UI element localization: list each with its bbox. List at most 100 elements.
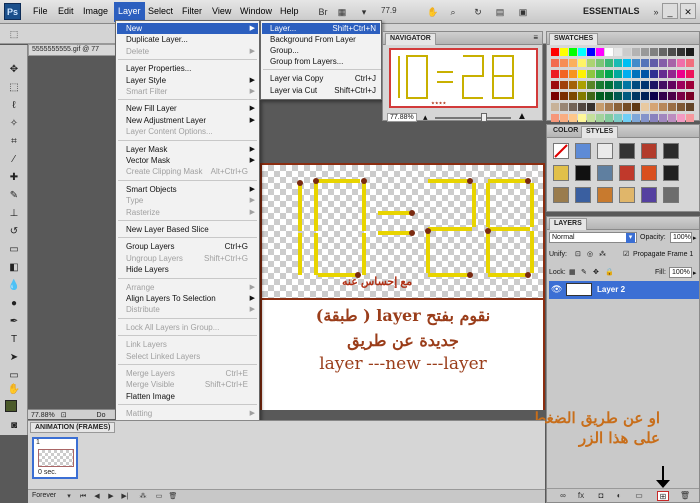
layer-menu-item[interactable]: New ▶: [117, 23, 258, 34]
color-swatch[interactable]: [569, 92, 577, 100]
color-swatch[interactable]: [686, 48, 694, 56]
style-swatch[interactable]: [619, 187, 635, 203]
arrange-documents-icon[interactable]: ▤: [492, 4, 508, 20]
menu-edit[interactable]: Edit: [58, 6, 74, 16]
color-swatch[interactable]: [686, 114, 694, 122]
layer-menu-item[interactable]: Flatten Image: [117, 391, 258, 402]
fill-input[interactable]: 100%: [669, 267, 692, 278]
color-swatch[interactable]: [605, 59, 613, 67]
color-swatch[interactable]: [659, 81, 667, 89]
gradient-tool-icon[interactable]: ◧: [6, 261, 22, 275]
layer-menu-item[interactable]: Layer Properties...: [117, 63, 258, 74]
style-swatch[interactable]: [575, 143, 591, 159]
lasso-tool-icon[interactable]: ℓ: [6, 99, 22, 113]
layer-menu-item[interactable]: New Fill Layer ▶: [117, 103, 258, 114]
color-swatch[interactable]: [659, 103, 667, 111]
color-swatch[interactable]: [623, 103, 631, 111]
color-swatch[interactable]: [551, 114, 559, 122]
hand-tool-icon[interactable]: ✋: [425, 4, 441, 20]
color-swatch[interactable]: [650, 59, 658, 67]
navigator-zoom-slider[interactable]: [435, 117, 511, 119]
color-swatch[interactable]: [650, 81, 658, 89]
layer-menu-item[interactable]: Hide Layers: [117, 264, 258, 275]
prev-frame-icon[interactable]: ◀: [92, 492, 102, 502]
color-swatch[interactable]: [677, 81, 685, 89]
color-swatch[interactable]: [551, 70, 559, 78]
color-swatch[interactable]: [614, 114, 622, 122]
eye-icon[interactable]: 👁: [551, 284, 562, 295]
navigator-zoom-knob[interactable]: [481, 113, 487, 122]
style-swatch[interactable]: [553, 165, 569, 181]
color-swatch[interactable]: [659, 114, 667, 122]
foreground-color-swatch[interactable]: [5, 400, 17, 412]
new-submenu-item[interactable]: Layer via Cut Shift+Ctrl+J: [262, 85, 380, 96]
clone-stamp-icon[interactable]: ⊥: [6, 207, 22, 221]
close-icon[interactable]: ✕: [680, 3, 696, 19]
menu-image[interactable]: Image: [83, 6, 108, 16]
color-swatch[interactable]: [632, 81, 640, 89]
color-swatch[interactable]: [668, 48, 676, 56]
new-submenu-item[interactable]: Group...: [262, 45, 380, 56]
new-submenu-item[interactable]: Layer... Shift+Ctrl+N: [262, 23, 380, 34]
color-swatch[interactable]: [569, 103, 577, 111]
layer-menu-item[interactable]: Layer Style ▶: [117, 75, 258, 86]
menu-layer[interactable]: Layer: [114, 2, 145, 22]
color-swatch[interactable]: [578, 70, 586, 78]
layer-menu-item[interactable]: Link Layers: [117, 339, 258, 350]
zoom-in-icon[interactable]: ▲: [517, 111, 527, 122]
color-swatch[interactable]: [659, 70, 667, 78]
color-swatch[interactable]: [596, 92, 604, 100]
unify-visibility-icon[interactable]: ◎: [587, 250, 593, 258]
lock-all-icon[interactable]: 🔒: [605, 268, 614, 276]
rotate-view-icon[interactable]: ↻: [470, 4, 486, 20]
color-swatch[interactable]: [605, 92, 613, 100]
fill-arrow-icon[interactable]: ▸: [693, 269, 697, 277]
animation-frame[interactable]: 1 0 sec.: [32, 437, 78, 479]
style-swatch[interactable]: [663, 143, 679, 159]
color-swatch[interactable]: [596, 114, 604, 122]
tab-layers[interactable]: LAYERS: [549, 218, 587, 230]
color-swatch[interactable]: [623, 92, 631, 100]
layer-menu-item[interactable]: Merge Visible Shift+Ctrl+E: [117, 379, 258, 390]
mini-bridge-icon[interactable]: ▦: [334, 4, 350, 20]
color-swatch[interactable]: [578, 48, 586, 56]
layer-menu-item[interactable]: Layer Mask ▶: [117, 144, 258, 155]
layer-name[interactable]: Layer 2: [597, 285, 625, 294]
color-swatch[interactable]: [677, 114, 685, 122]
layer-menu-item[interactable]: Distribute ▶: [117, 304, 258, 315]
blend-mode-select[interactable]: Normal ▾: [549, 232, 637, 243]
color-swatch[interactable]: [587, 48, 595, 56]
color-swatch[interactable]: [686, 92, 694, 100]
shape-tool-icon[interactable]: ▭: [6, 369, 22, 383]
bridge-icon[interactable]: Br: [315, 4, 331, 20]
play-icon[interactable]: ▶: [106, 492, 116, 502]
delete-frame-icon[interactable]: 🗑: [168, 492, 178, 502]
propagate-checkbox[interactable]: ☑: [623, 250, 629, 258]
marquee-preset-icon[interactable]: ⬚: [6, 26, 22, 42]
layer-menu-item[interactable]: Align Layers To Selection ▶: [117, 293, 258, 304]
color-swatch[interactable]: [650, 103, 658, 111]
screen-mode-icon[interactable]: ▣: [515, 4, 531, 20]
layer-menu-item[interactable]: Duplicate Layer...: [117, 34, 258, 45]
color-swatch[interactable]: [605, 103, 613, 111]
type-tool-icon[interactable]: T: [6, 333, 22, 347]
path-selection-icon[interactable]: ➤: [6, 351, 22, 365]
style-swatch[interactable]: [597, 143, 613, 159]
color-swatch[interactable]: [668, 114, 676, 122]
color-swatch[interactable]: [668, 70, 676, 78]
tab-animation[interactable]: ANIMATION (FRAMES): [30, 422, 116, 433]
style-swatch[interactable]: [553, 187, 569, 203]
color-swatch[interactable]: [659, 48, 667, 56]
panel-menu-icon[interactable]: ≡: [533, 33, 538, 42]
style-none[interactable]: [553, 143, 569, 159]
status-zoom[interactable]: 77.88%: [31, 412, 55, 419]
tween-icon[interactable]: ⁂: [138, 492, 148, 502]
layer-menu-item[interactable]: Matting ▶: [117, 408, 258, 419]
menu-view[interactable]: View: [212, 6, 231, 16]
color-swatch[interactable]: [560, 59, 568, 67]
dodge-tool-icon[interactable]: ●: [6, 297, 22, 311]
color-swatch[interactable]: [668, 59, 676, 67]
healing-brush-icon[interactable]: ✚: [6, 171, 22, 185]
color-swatch[interactable]: [605, 48, 613, 56]
pen-tool-icon[interactable]: ✒: [6, 315, 22, 329]
